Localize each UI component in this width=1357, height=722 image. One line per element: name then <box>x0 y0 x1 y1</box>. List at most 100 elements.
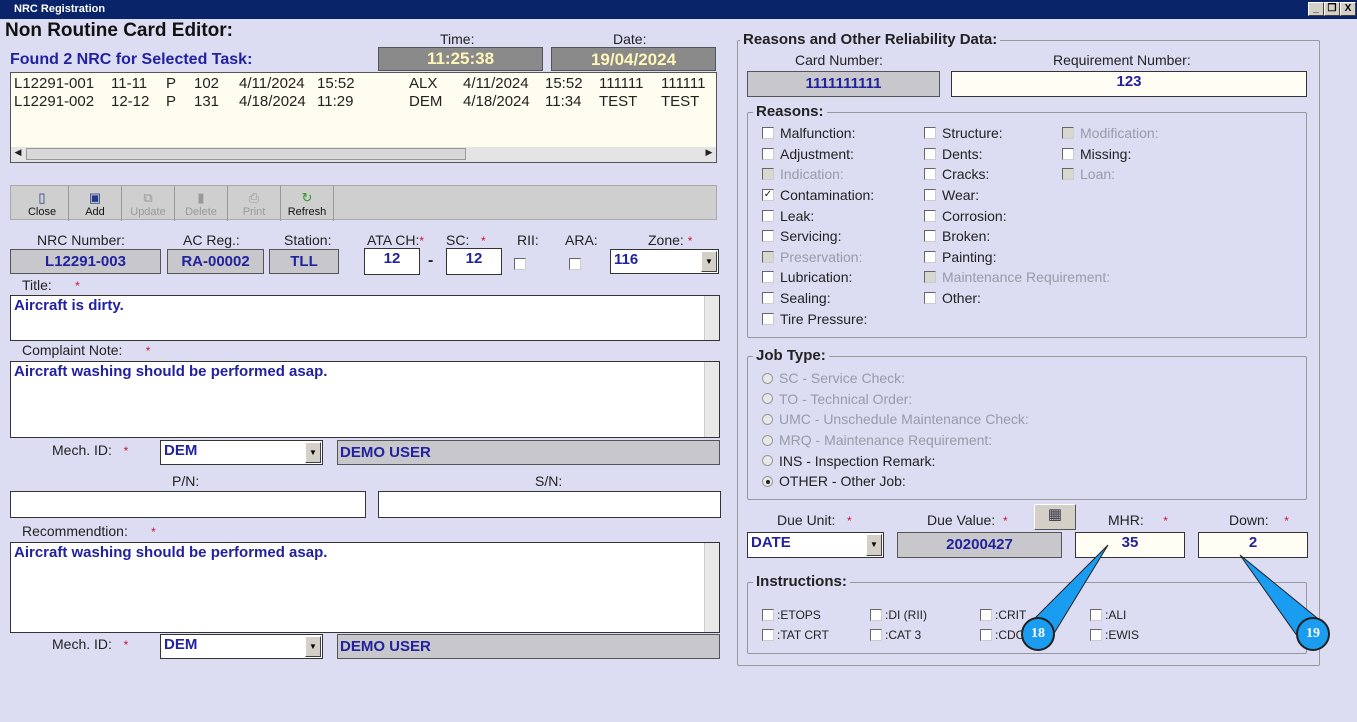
zone-select[interactable]: 116 ▼ <box>610 249 719 274</box>
chevron-down-icon[interactable]: ▼ <box>866 534 882 556</box>
checkbox[interactable] <box>762 292 774 305</box>
ata-chapter-input[interactable]: 12 <box>364 248 420 275</box>
radio-button[interactable] <box>762 413 773 425</box>
reason-checkbox-broken[interactable]: Broken: <box>924 227 990 244</box>
reason-checkbox-other[interactable]: Other: <box>924 289 981 306</box>
mech-id-select[interactable]: DEM ▼ <box>160 440 323 465</box>
checkbox[interactable] <box>1090 608 1102 621</box>
instruction-checkbox[interactable]: :CDC <box>980 627 1024 642</box>
calendar-button[interactable]: ▦ <box>1034 504 1076 530</box>
checkbox[interactable] <box>924 292 936 305</box>
mhr-input[interactable]: 35 <box>1075 532 1185 558</box>
reason-checkbox-lubrication[interactable]: Lubrication: <box>762 268 852 285</box>
reason-checkbox-leak[interactable]: Leak: <box>762 206 814 224</box>
radio-button[interactable] <box>762 475 773 487</box>
scroll-right-icon[interactable]: ▶ <box>702 147 716 161</box>
instruction-checkbox[interactable]: :TAT CRT <box>762 627 829 642</box>
checkbox[interactable] <box>924 189 936 202</box>
chevron-down-icon[interactable]: ▼ <box>701 251 717 272</box>
down-input[interactable]: 2 <box>1198 532 1308 558</box>
checkbox[interactable] <box>762 127 774 140</box>
vertical-scrollbar[interactable] <box>704 296 719 340</box>
checkbox[interactable] <box>762 608 774 621</box>
instruction-checkbox[interactable]: :ALI <box>1090 607 1126 622</box>
job-type-radio[interactable]: OTHER - Other Job: <box>762 472 906 489</box>
reason-checkbox-wear[interactable]: Wear: <box>924 186 979 203</box>
checkbox[interactable] <box>762 209 774 222</box>
table-row[interactable]: L12291-001 11-11 P 102 4/11/2024 15:52 ALX 4/11… <box>11 75 706 93</box>
table-row[interactable]: L12291-002 12-12 P 131 4/18/2024 11:29 DEM 4/18… <box>11 93 701 111</box>
reason-checkbox-missing[interactable]: Missing: <box>1062 145 1131 162</box>
sc-input[interactable]: 12 <box>446 248 502 275</box>
toolbar-refresh-button[interactable]: ↻ Refresh <box>281 186 334 221</box>
nrc-list[interactable]: L12291-001 11-11 P 102 4/11/2024 15:52 ALX 4/11… <box>10 72 717 163</box>
toolbar-delete-button[interactable]: ▮ Delete <box>175 186 228 221</box>
checkbox[interactable] <box>924 147 936 160</box>
checkbox[interactable] <box>980 628 992 641</box>
reason-checkbox-contamination[interactable]: ✓ Contamination: <box>762 186 874 203</box>
reason-checkbox-modification[interactable]: Modification: <box>1062 124 1159 141</box>
job-type-radio[interactable]: TO - Technical Order: <box>762 390 912 407</box>
recommendation-textarea[interactable]: Aircraft washing should be performed asa… <box>10 542 720 633</box>
reason-checkbox-sealing[interactable]: Sealing: <box>762 289 831 306</box>
vertical-scrollbar[interactable] <box>704 362 719 437</box>
checkbox[interactable] <box>1062 147 1074 160</box>
reason-checkbox-indication[interactable]: Indication: <box>762 165 844 182</box>
vertical-scrollbar[interactable] <box>704 543 719 632</box>
checkbox[interactable] <box>924 127 936 140</box>
chevron-down-icon[interactable]: ▼ <box>305 442 321 463</box>
close-window-button[interactable]: X <box>1340 2 1356 16</box>
checkbox[interactable] <box>870 628 882 641</box>
reason-checkbox-preservation[interactable]: Preservation: <box>762 248 862 265</box>
instruction-checkbox[interactable]: :EWIS <box>1090 627 1139 642</box>
scrollbar-thumb[interactable] <box>26 148 466 160</box>
instruction-checkbox[interactable]: :CRIT <box>980 607 1026 622</box>
toolbar-print-button[interactable]: ⎙ Print <box>228 186 281 221</box>
checkbox[interactable] <box>762 147 774 160</box>
checkbox[interactable] <box>762 271 774 284</box>
restore-button[interactable]: ❐ <box>1324 2 1340 16</box>
pn-input[interactable] <box>10 491 366 518</box>
req-number-input[interactable]: 123 <box>951 71 1307 97</box>
checkbox[interactable] <box>762 250 774 263</box>
chevron-down-icon[interactable]: ▼ <box>305 636 321 657</box>
instruction-checkbox[interactable]: :CAT 3 <box>870 627 921 642</box>
sn-input[interactable] <box>378 491 721 518</box>
instruction-checkbox[interactable]: :ETOPS <box>762 607 821 622</box>
scroll-left-icon[interactable]: ◀ <box>11 147 25 161</box>
job-type-radio[interactable]: INS - Inspection Remark: <box>762 451 935 469</box>
checkbox[interactable] <box>980 608 992 621</box>
reason-checkbox-painting[interactable]: Painting: <box>924 248 996 265</box>
checkbox[interactable] <box>924 168 936 181</box>
checkbox[interactable]: ✓ <box>762 189 774 202</box>
reason-checkbox-structure[interactable]: Structure: <box>924 124 1003 141</box>
ara-checkbox[interactable] <box>569 258 581 270</box>
job-type-radio[interactable]: SC - Service Check: <box>762 369 905 386</box>
toolbar-update-button[interactable]: ⧉ Update <box>122 186 175 221</box>
reason-checkbox-tirepressure[interactable]: Tire Pressure: <box>762 309 867 327</box>
toolbar-close-button[interactable]: ▯ Close <box>16 186 69 221</box>
checkbox[interactable] <box>924 250 936 263</box>
reason-checkbox-dents[interactable]: Dents: <box>924 145 982 162</box>
reason-checkbox-adjustment[interactable]: Adjustment: <box>762 145 854 162</box>
radio-button[interactable] <box>762 434 773 446</box>
checkbox[interactable] <box>1062 127 1074 140</box>
checkbox[interactable] <box>1062 168 1074 181</box>
reason-checkbox-malfunction[interactable]: Malfunction: <box>762 124 855 141</box>
checkbox[interactable] <box>762 168 774 181</box>
radio-button[interactable] <box>762 455 773 467</box>
radio-button[interactable] <box>762 393 773 405</box>
toolbar-add-button[interactable]: ▣ Add <box>69 186 122 221</box>
checkbox[interactable] <box>924 271 936 284</box>
mech-id-2-select[interactable]: DEM ▼ <box>160 634 323 659</box>
reason-checkbox-servicing[interactable]: Servicing: <box>762 227 841 244</box>
complaint-textarea[interactable]: Aircraft washing should be performed asa… <box>10 361 720 438</box>
job-type-radio[interactable]: MRQ - Maintenance Requirement: <box>762 431 992 448</box>
instruction-checkbox[interactable]: :DI (RII) <box>870 607 927 622</box>
rii-checkbox[interactable] <box>514 258 526 270</box>
minimize-button[interactable]: _ <box>1308 2 1324 16</box>
reason-checkbox-maintenancerequirement[interactable]: Maintenance Requirement: <box>924 268 1110 285</box>
reason-checkbox-loan[interactable]: Loan: <box>1062 165 1115 182</box>
checkbox[interactable] <box>762 230 774 243</box>
reason-checkbox-corrosion[interactable]: Corrosion: <box>924 206 1007 224</box>
